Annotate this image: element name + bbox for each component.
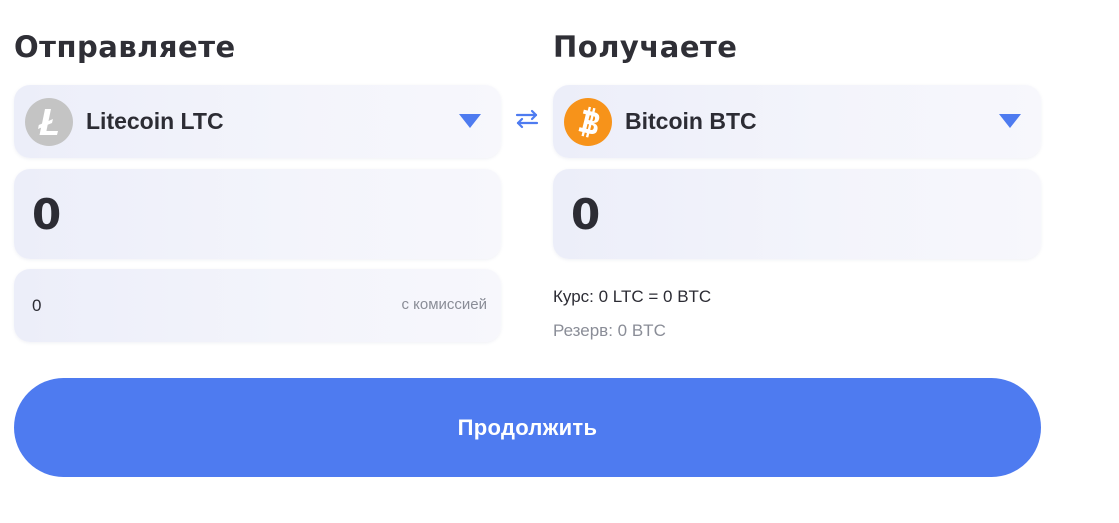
fee-amount-input[interactable] <box>14 295 332 316</box>
bitcoin-icon <box>564 97 612 146</box>
swap-arrows-icon[interactable] <box>512 104 542 134</box>
send-amount-field[interactable] <box>14 169 501 259</box>
send-currency-label: Litecoin LTC <box>86 108 224 134</box>
exchange-rate: Курс: 0 LTC = 0 BTC <box>553 287 712 306</box>
receive-currency-select[interactable]: Bitcoin BTC <box>553 85 1041 158</box>
fee-label: с комиссией <box>401 296 487 313</box>
send-currency-select[interactable]: Litecoin LTC <box>14 85 501 158</box>
fee-amount-field[interactable]: с комиссией <box>14 269 501 342</box>
litecoin-icon <box>25 97 73 146</box>
receive-amount-field[interactable] <box>553 169 1041 259</box>
receive-currency-label: Bitcoin BTC <box>625 108 757 134</box>
send-heading: Отправляете <box>14 30 236 64</box>
receive-heading: Получаете <box>553 30 738 64</box>
send-amount-input[interactable] <box>14 169 501 259</box>
reserve-amount: Резерв: 0 BTC <box>553 321 666 340</box>
receive-amount-input[interactable] <box>553 169 1041 259</box>
chevron-down-icon <box>459 114 481 128</box>
continue-button[interactable]: Продолжить <box>14 378 1041 477</box>
chevron-down-icon <box>999 114 1021 128</box>
